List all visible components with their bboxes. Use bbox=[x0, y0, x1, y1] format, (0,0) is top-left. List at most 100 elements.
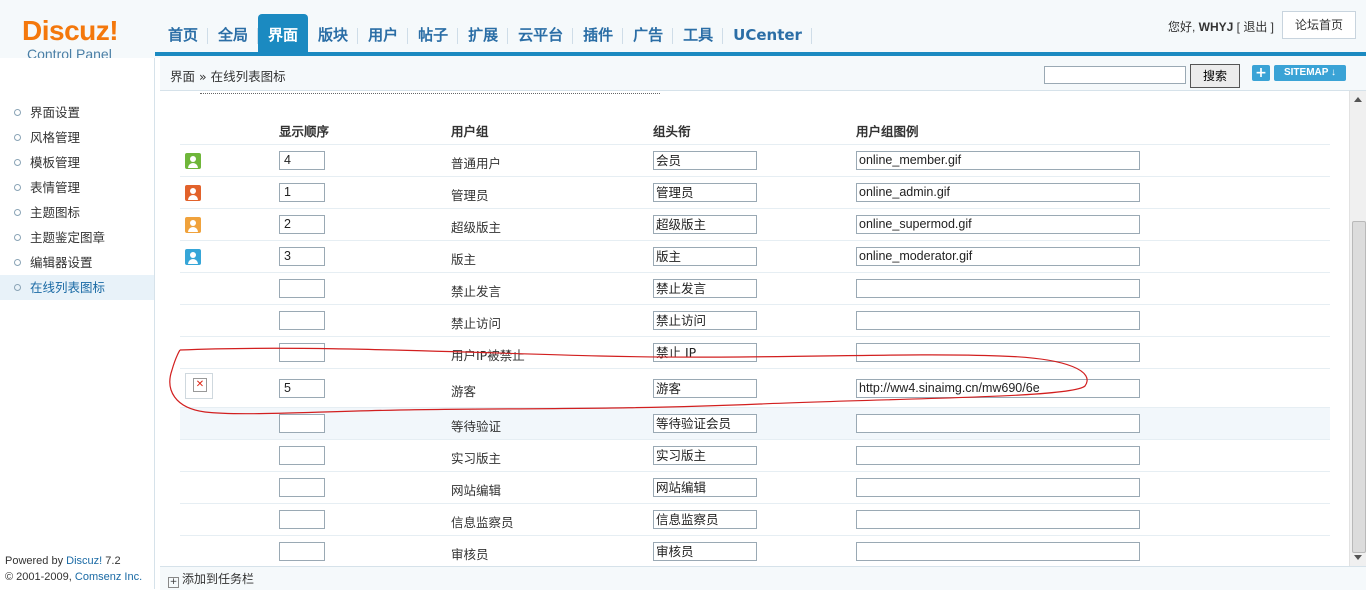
group-title-input[interactable]: 实习版主 bbox=[653, 446, 757, 465]
scroll-up-icon[interactable] bbox=[1354, 97, 1362, 102]
order-input[interactable]: 4 bbox=[279, 151, 325, 170]
group-name: 实习版主 bbox=[451, 451, 502, 466]
nav-tab-1[interactable]: 全局 bbox=[208, 14, 259, 52]
sidebar-item-0[interactable]: 界面设置 bbox=[0, 100, 154, 125]
group-image-input[interactable]: online_admin.gif bbox=[856, 183, 1140, 202]
sidebar-item-1[interactable]: 风格管理 bbox=[0, 125, 154, 150]
table-body: 4 普通用户 会员 online_member.gif 1 管理员 管理员 online_ad… bbox=[180, 145, 1330, 566]
group-image-input[interactable] bbox=[856, 446, 1140, 465]
group-title-input[interactable]: 会员 bbox=[653, 151, 757, 170]
group-image-input[interactable] bbox=[856, 414, 1140, 433]
group-title-input[interactable]: 审核员 bbox=[653, 542, 757, 561]
table-row: 等待验证 等待验证会员 bbox=[180, 408, 1330, 440]
group-title-input[interactable]: 信息监察员 bbox=[653, 510, 757, 529]
group-title-input[interactable]: 网站编辑 bbox=[653, 478, 757, 497]
discuz-link[interactable]: Discuz! bbox=[66, 555, 102, 567]
search-input[interactable] bbox=[1044, 66, 1186, 84]
order-input[interactable] bbox=[279, 311, 325, 330]
order-input[interactable] bbox=[279, 446, 325, 465]
greeting: 您好, bbox=[1167, 20, 1196, 34]
group-image-input[interactable] bbox=[856, 311, 1140, 330]
logout-link[interactable]: [ 退出 ] bbox=[1237, 20, 1274, 34]
nav-tab-11[interactable]: UCenter bbox=[723, 14, 812, 52]
sidebar-item-4[interactable]: 主题图标 bbox=[0, 200, 154, 225]
comsenz-link[interactable]: Comsenz Inc. bbox=[75, 571, 142, 583]
scroll-down-icon[interactable] bbox=[1354, 555, 1362, 560]
table-row: 实习版主 实习版主 bbox=[180, 440, 1330, 472]
group-title-input[interactable]: 超级版主 bbox=[653, 215, 757, 234]
sidebar-item-3[interactable]: 表情管理 bbox=[0, 175, 154, 200]
group-image-input[interactable] bbox=[856, 343, 1140, 362]
table-row: 1 管理员 管理员 online_admin.gif bbox=[180, 177, 1330, 209]
group-image-input[interactable]: online_supermod.gif bbox=[856, 215, 1140, 234]
order-input[interactable]: 1 bbox=[279, 183, 325, 202]
header-order: 显示顺序 bbox=[279, 124, 330, 139]
header-group: 用户组 bbox=[451, 124, 489, 139]
header-image: 用户组图例 bbox=[856, 124, 919, 139]
down-arrow-icon: ↓ bbox=[1331, 67, 1337, 78]
nav-tab-8[interactable]: 插件 bbox=[573, 14, 624, 52]
nav-tab-2[interactable]: 界面 bbox=[258, 14, 309, 52]
group-title-input[interactable]: 版主 bbox=[653, 247, 757, 266]
group-image-input[interactable]: http://ww4.sinaimg.cn/mw690/6e bbox=[856, 379, 1140, 398]
breadcrumb-separator: » bbox=[199, 69, 207, 84]
forum-home-button[interactable]: 论坛首页 bbox=[1282, 11, 1356, 39]
breadcrumb-section[interactable]: 界面 bbox=[170, 69, 195, 84]
nav-tab-6[interactable]: 扩展 bbox=[458, 14, 509, 52]
discuz-logo[interactable]: Discuz! Control Panel bbox=[22, 15, 119, 63]
order-input[interactable] bbox=[279, 542, 325, 561]
table-row: 2 超级版主 超级版主 online_supermod.gif bbox=[180, 209, 1330, 241]
sidebar-item-6[interactable]: 编辑器设置 bbox=[0, 250, 154, 275]
order-input[interactable] bbox=[279, 414, 325, 433]
order-input[interactable] bbox=[279, 279, 325, 298]
group-image-input[interactable] bbox=[856, 279, 1140, 298]
group-title-input[interactable]: 游客 bbox=[653, 379, 757, 398]
group-name: 信息监察员 bbox=[451, 515, 514, 530]
sidebar-item-7[interactable]: 在线列表图标 bbox=[0, 275, 154, 300]
group-title-input[interactable]: 管理员 bbox=[653, 183, 757, 202]
nav-tab-0[interactable]: 首页 bbox=[158, 14, 209, 52]
group-image-input[interactable] bbox=[856, 478, 1140, 497]
table-header: 显示顺序 用户组 组头衔 用户组图例 bbox=[180, 114, 1330, 145]
group-image-input[interactable]: online_member.gif bbox=[856, 151, 1140, 170]
vertical-scrollbar[interactable] bbox=[1349, 91, 1366, 566]
group-name: 等待验证 bbox=[451, 419, 502, 434]
nav-tab-9[interactable]: 广告 bbox=[623, 14, 674, 52]
order-input[interactable] bbox=[279, 343, 325, 362]
logo-text: Discuz! bbox=[22, 15, 119, 46]
order-input[interactable]: 3 bbox=[279, 247, 325, 266]
sitemap-button[interactable]: SITEMAP ↓ bbox=[1274, 65, 1346, 81]
sidebar-item-2[interactable]: 模板管理 bbox=[0, 150, 154, 175]
order-input[interactable] bbox=[279, 478, 325, 497]
group-title-input[interactable]: 禁止 IP bbox=[653, 343, 757, 362]
bottom-bar: + 添加到任务栏 bbox=[160, 566, 1366, 590]
scroll-thumb[interactable] bbox=[1352, 221, 1366, 553]
search-button[interactable]: 搜索 bbox=[1190, 64, 1240, 88]
group-title-input[interactable]: 禁止访问 bbox=[653, 311, 757, 330]
sidebar-item-5[interactable]: 主题鉴定图章 bbox=[0, 225, 154, 250]
add-shortcut-button[interactable]: + bbox=[1252, 65, 1270, 81]
group-name: 网站编辑 bbox=[451, 483, 502, 498]
table-row: 网站编辑 网站编辑 bbox=[180, 472, 1330, 504]
group-image-input[interactable] bbox=[856, 542, 1140, 561]
nav-tab-10[interactable]: 工具 bbox=[673, 14, 724, 52]
group-title-input[interactable]: 等待验证会员 bbox=[653, 414, 757, 433]
order-input[interactable]: 2 bbox=[279, 215, 325, 234]
group-title-input[interactable]: 禁止发言 bbox=[653, 279, 757, 298]
header-accent-bar bbox=[155, 52, 1366, 56]
nav-tab-3[interactable]: 版块 bbox=[308, 14, 359, 52]
group-image-input[interactable]: online_moderator.gif bbox=[856, 247, 1140, 266]
nav-tab-5[interactable]: 帖子 bbox=[408, 14, 459, 52]
table-row: 4 普通用户 会员 online_member.gif bbox=[180, 145, 1330, 177]
group-image-input[interactable] bbox=[856, 510, 1140, 529]
add-to-taskbar-link[interactable]: + 添加到任务栏 bbox=[168, 570, 254, 588]
nav-tab-7[interactable]: 云平台 bbox=[508, 14, 574, 52]
breadcrumb-page: 在线列表图标 bbox=[210, 69, 286, 84]
order-input[interactable] bbox=[279, 510, 325, 529]
member-icon bbox=[185, 153, 201, 169]
nav-tab-4[interactable]: 用户 bbox=[358, 14, 409, 52]
order-input[interactable]: 5 bbox=[279, 379, 325, 398]
powered-prefix: Powered by bbox=[5, 555, 64, 567]
username: WHYJ bbox=[1198, 20, 1234, 34]
plus-box-icon: + bbox=[168, 577, 179, 588]
